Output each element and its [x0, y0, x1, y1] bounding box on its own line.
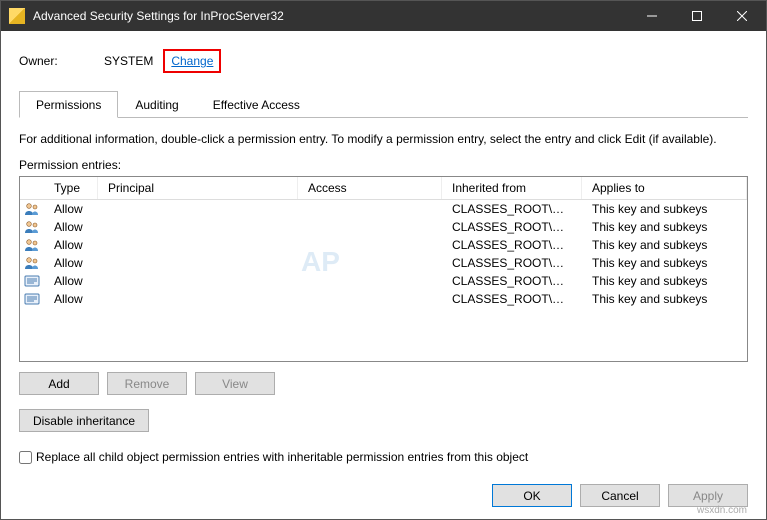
cell-inherited: CLASSES_ROOT\CLSID... [442, 219, 582, 235]
cell-applies: This key and subkeys [582, 273, 747, 289]
col-principal[interactable]: Principal [98, 177, 298, 199]
info-text: For additional information, double-click… [19, 132, 748, 146]
tab-auditing[interactable]: Auditing [118, 91, 195, 118]
folder-icon [9, 8, 25, 24]
cell-applies: This key and subkeys [582, 201, 747, 217]
cell-principal [98, 298, 298, 300]
cell-access [298, 226, 442, 228]
close-button[interactable] [719, 2, 764, 30]
cell-principal [98, 280, 298, 282]
cell-type: Allow [44, 219, 98, 235]
col-inherited[interactable]: Inherited from [442, 177, 582, 199]
table-row[interactable]: Allow CLASSES_ROOT\CLSID...This key and s… [20, 218, 747, 236]
tab-effective-access[interactable]: Effective Access [196, 91, 317, 118]
table-row[interactable]: Allow CLASSES_ROOT\CLSID...This key and s… [20, 290, 747, 308]
cell-type: Allow [44, 291, 98, 307]
window: Advanced Security Settings for InProcSer… [0, 0, 767, 520]
cell-principal [98, 262, 298, 264]
disable-inheritance-button[interactable]: Disable inheritance [19, 409, 149, 432]
replace-checkbox[interactable] [19, 451, 32, 464]
cell-access [298, 244, 442, 246]
owner-row: Owner: SYSTEM Change [19, 49, 748, 73]
change-highlight: Change [163, 49, 221, 73]
grid-body: AllowCLASSES_ROOT\CLSID...This key and s… [20, 200, 747, 308]
col-icon[interactable] [20, 177, 44, 199]
replace-checkbox-label: Replace all child object permission entr… [36, 450, 528, 464]
footnote: wsxdn.com [697, 505, 747, 516]
titlebar: Advanced Security Settings for InProcSer… [1, 1, 766, 31]
cell-inherited: CLASSES_ROOT\CLSID... [442, 201, 582, 217]
dialog-footer: OK Cancel Apply [19, 474, 748, 507]
maximize-button[interactable] [674, 2, 719, 30]
cell-principal [98, 208, 298, 210]
cell-applies: This key and subkeys [582, 237, 747, 253]
cell-inherited: CLASSES_ROOT\CLSID... [442, 291, 582, 307]
cell-access [298, 280, 442, 282]
add-button[interactable]: Add [19, 372, 99, 395]
col-applies[interactable]: Applies to [582, 177, 747, 199]
cancel-button[interactable]: Cancel [580, 484, 660, 507]
registry-icon [20, 288, 44, 310]
col-access[interactable]: Access [298, 177, 442, 199]
entry-buttons: Add Remove View [19, 372, 748, 395]
view-button[interactable]: View [195, 372, 275, 395]
table-row[interactable]: Allow CLASSES_ROOT\CLSID...This key and s… [20, 236, 747, 254]
window-title: Advanced Security Settings for InProcSer… [33, 9, 629, 23]
tab-permissions[interactable]: Permissions [19, 91, 118, 118]
cell-inherited: CLASSES_ROOT\CLSID... [442, 273, 582, 289]
grid-header: Type Principal Access Inherited from App… [20, 177, 747, 200]
cell-type: Allow [44, 273, 98, 289]
cell-applies: This key and subkeys [582, 291, 747, 307]
inheritance-buttons: Disable inheritance [19, 409, 748, 432]
cell-type: Allow [44, 201, 98, 217]
entries-label: Permission entries: [19, 158, 748, 172]
apply-button[interactable]: Apply [668, 484, 748, 507]
col-type[interactable]: Type [44, 177, 98, 199]
remove-button[interactable]: Remove [107, 372, 187, 395]
ok-button[interactable]: OK [492, 484, 572, 507]
cell-access [298, 262, 442, 264]
cell-access [298, 298, 442, 300]
cell-principal [98, 244, 298, 246]
cell-access [298, 208, 442, 210]
tabs: Permissions Auditing Effective Access [19, 91, 748, 118]
cell-principal [98, 226, 298, 228]
cell-applies: This key and subkeys [582, 219, 747, 235]
cell-type: Allow [44, 255, 98, 271]
permission-grid: Type Principal Access Inherited from App… [19, 176, 748, 362]
change-owner-link[interactable]: Change [171, 54, 213, 68]
table-row[interactable]: Allow CLASSES_ROOT\CLSID...This key and s… [20, 272, 747, 290]
cell-inherited: CLASSES_ROOT\CLSID... [442, 237, 582, 253]
cell-applies: This key and subkeys [582, 255, 747, 271]
table-row[interactable]: Allow CLASSES_ROOT\CLSID...This key and s… [20, 254, 747, 272]
replace-checkbox-row[interactable]: Replace all child object permission entr… [19, 450, 748, 464]
table-row[interactable]: Allow CLASSES_ROOT\CLSID...This key and s… [20, 200, 747, 218]
content-pane: Owner: SYSTEM Change Permissions Auditin… [1, 31, 766, 519]
owner-label: Owner: [19, 54, 104, 68]
cell-inherited: CLASSES_ROOT\CLSID... [442, 255, 582, 271]
minimize-button[interactable] [629, 2, 674, 30]
cell-type: Allow [44, 237, 98, 253]
owner-value: SYSTEM [104, 54, 153, 68]
